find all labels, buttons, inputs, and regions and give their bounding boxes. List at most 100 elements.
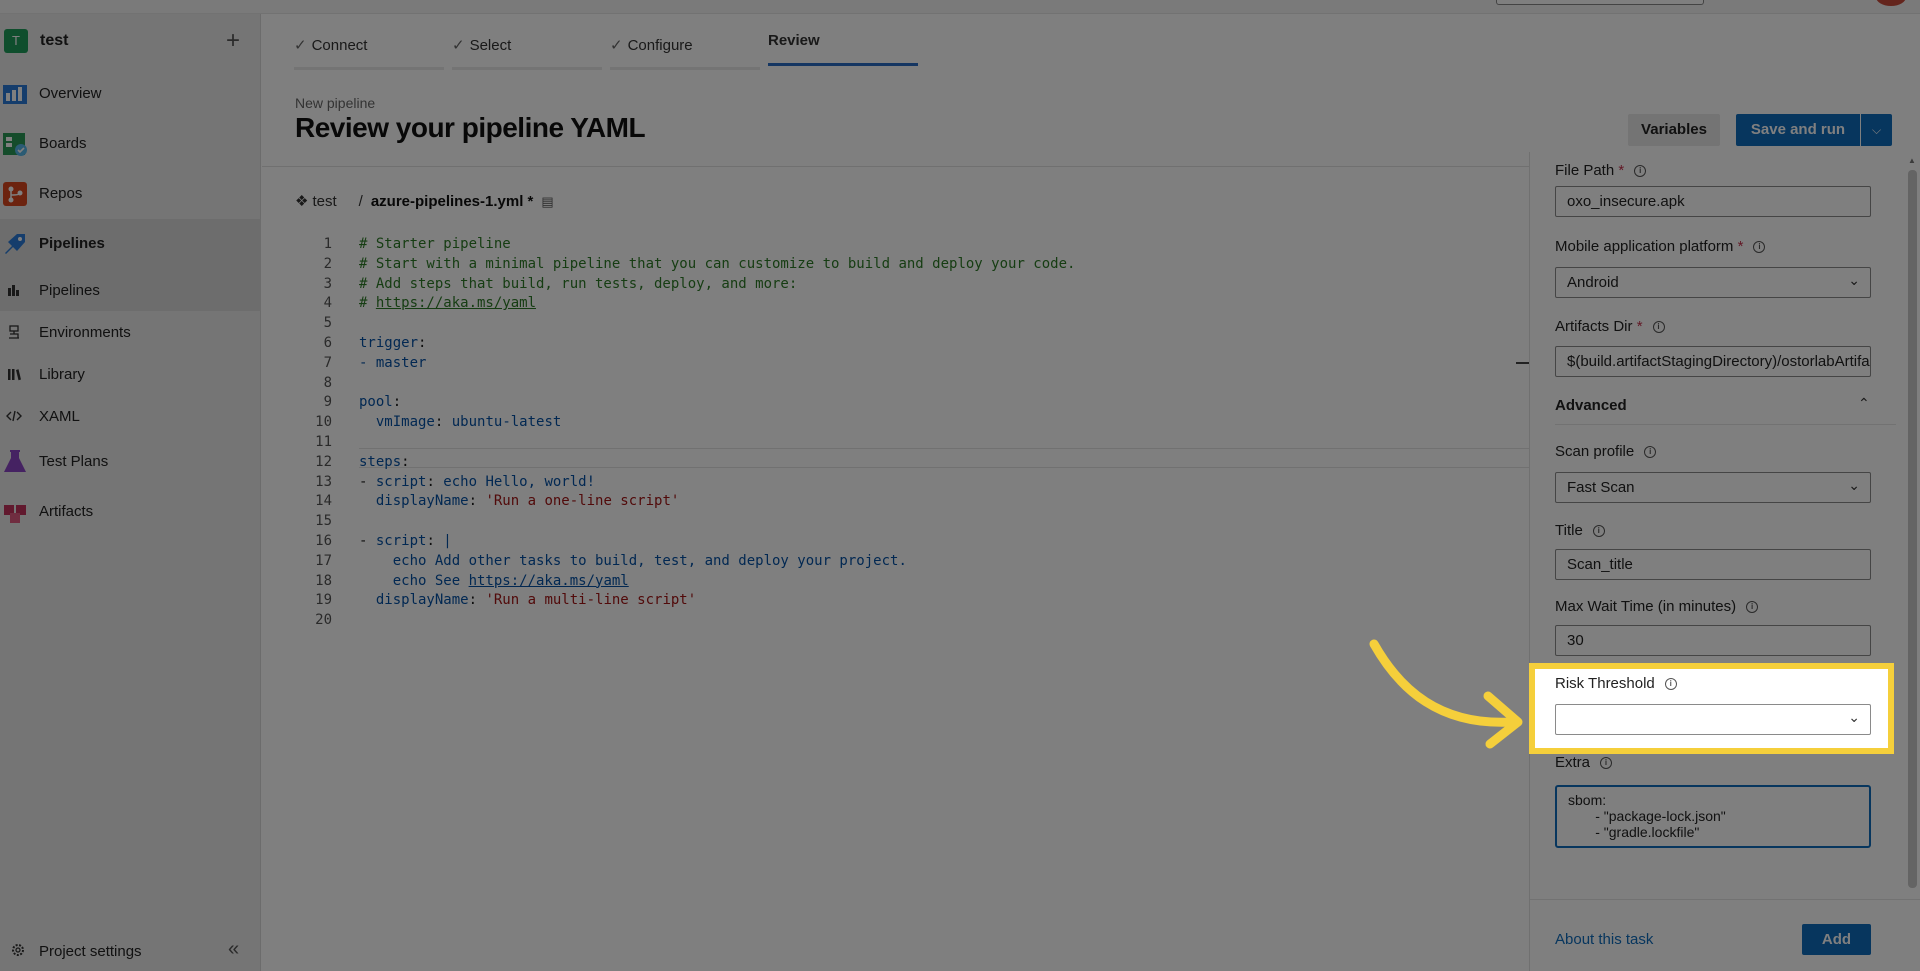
line-text: # Add steps that build, run tests, deplo… bbox=[359, 275, 798, 292]
artifacts-label: Artifacts Dir * i bbox=[1555, 318, 1665, 335]
info-icon[interactable]: i bbox=[1634, 165, 1647, 178]
sidebar-item-pipelines[interactable]: Pipelines bbox=[0, 219, 261, 269]
line-text: displayName: 'Run a multi-line script' bbox=[375, 592, 697, 609]
info-icon[interactable]: i bbox=[1753, 241, 1766, 254]
line-number: 16 bbox=[315, 532, 332, 549]
sidebar-item-artifacts[interactable]: Artifacts bbox=[0, 487, 261, 537]
sidebar-item-boards[interactable]: Boards bbox=[0, 119, 261, 169]
file-path-input[interactable]: oxo_insecure.apk bbox=[1555, 186, 1871, 217]
add-icon[interactable]: + bbox=[226, 26, 240, 56]
boards-icon bbox=[3, 133, 27, 156]
line-text: steps: bbox=[359, 453, 410, 470]
advanced-section-header[interactable]: Advanced bbox=[1555, 397, 1627, 414]
sidebar-item-label: Overview bbox=[39, 85, 102, 102]
line-number: 6 bbox=[323, 334, 332, 351]
project-settings[interactable]: Project settings « bbox=[0, 932, 261, 971]
overview-icon bbox=[3, 85, 27, 104]
sidebar-item-repos[interactable]: Repos bbox=[0, 169, 261, 219]
repo-icon: ❖ bbox=[295, 193, 309, 210]
line-text: - script: | bbox=[359, 532, 452, 549]
avatar[interactable] bbox=[1876, 0, 1906, 6]
line-number: 2 bbox=[323, 255, 332, 272]
rocket-icon bbox=[8, 285, 19, 296]
sidebar-item-label: Boards bbox=[39, 135, 87, 152]
artifacts-input[interactable]: $(build.artifactStagingDirectory)/ostorl… bbox=[1555, 346, 1871, 377]
info-icon[interactable]: i bbox=[1746, 601, 1759, 614]
sidebar-item-label: XAML bbox=[39, 408, 80, 425]
rename-icon[interactable]: ▤ bbox=[541, 194, 553, 209]
pipelines-icon bbox=[5, 234, 25, 254]
risk-threshold-label: Risk Threshold i bbox=[1555, 675, 1677, 692]
file-breadcrumb: ❖ test / azure-pipelines-1.yml * ▤ bbox=[295, 193, 554, 210]
extra-textarea[interactable]: sbom: - "package-lock.json" - "gradle.lo… bbox=[1555, 785, 1871, 848]
info-icon[interactable]: i bbox=[1652, 321, 1665, 334]
save-and-run-button[interactable]: Save and run bbox=[1736, 114, 1860, 146]
extra-label: Extra i bbox=[1555, 754, 1613, 771]
line-number: 4 bbox=[323, 295, 332, 312]
sidebar-item-overview[interactable]: Overview bbox=[0, 69, 261, 119]
panel-scrollbar[interactable] bbox=[1908, 170, 1917, 888]
line-text: vmImage: ubuntu-latest bbox=[375, 414, 562, 431]
line-number: 7 bbox=[323, 354, 332, 371]
info-icon[interactable]: i bbox=[1664, 678, 1677, 691]
line-number: 10 bbox=[315, 414, 332, 431]
info-icon[interactable]: i bbox=[1644, 446, 1657, 459]
max-wait-label: Max Wait Time (in minutes) i bbox=[1555, 598, 1759, 615]
line-text: # Start with a minimal pipeline that you… bbox=[359, 255, 1076, 272]
test-plans-icon bbox=[4, 450, 26, 472]
platform-select[interactable]: Android ⌄ bbox=[1555, 267, 1871, 298]
check-icon: ✓ bbox=[294, 37, 307, 54]
scan-profile-select[interactable]: Fast Scan ⌄ bbox=[1555, 472, 1871, 503]
line-number: 3 bbox=[323, 275, 332, 292]
search-box[interactable] bbox=[1496, 0, 1704, 5]
page-title: Review your pipeline YAML bbox=[295, 112, 646, 143]
title-label: Title i bbox=[1555, 522, 1605, 539]
repo-name[interactable]: test bbox=[312, 193, 336, 210]
max-wait-input[interactable]: 30 bbox=[1555, 625, 1871, 656]
line-number: 15 bbox=[315, 513, 332, 530]
line-text: trigger: bbox=[359, 334, 427, 351]
sidebar-sub-xaml[interactable]: XAML bbox=[0, 395, 261, 437]
title-input[interactable]: Scan_title bbox=[1555, 549, 1871, 580]
line-number: 9 bbox=[323, 394, 332, 411]
chevron-down-icon: ⌄ bbox=[1848, 709, 1860, 725]
sidebar-item-label: Pipelines bbox=[39, 235, 105, 252]
line-text: echo Add other tasks to build, test, and… bbox=[359, 552, 907, 569]
sidebar-item-label: Repos bbox=[39, 185, 83, 202]
sidebar-sub-library[interactable]: Library bbox=[0, 353, 261, 395]
step-label: Select bbox=[469, 37, 512, 54]
sidebar-item-label: Artifacts bbox=[39, 503, 94, 520]
line-number: 19 bbox=[315, 592, 332, 609]
add-button[interactable]: Add bbox=[1802, 924, 1871, 955]
chevron-down-icon: ⌄ bbox=[1848, 477, 1860, 493]
page-subtitle: New pipeline bbox=[295, 95, 376, 111]
scroll-up-icon[interactable]: ▲ bbox=[1908, 156, 1916, 165]
about-task-link[interactable]: About this task bbox=[1555, 931, 1653, 948]
collapse-sidebar-icon[interactable]: « bbox=[228, 938, 239, 961]
artifacts-icon bbox=[4, 505, 26, 523]
top-bar bbox=[0, 0, 1920, 14]
project-header[interactable]: T test + bbox=[0, 26, 261, 56]
line-number: 1 bbox=[323, 236, 332, 252]
chevron-down-icon[interactable]: ⌵ bbox=[1861, 114, 1892, 146]
advanced-divider bbox=[1555, 424, 1896, 425]
step-label: Review bbox=[768, 32, 820, 49]
editor-scroll-marker bbox=[1516, 362, 1530, 364]
sidebar-item-label: Test Plans bbox=[39, 453, 109, 470]
sidebar-sub-pipelines[interactable]: Pipelines bbox=[0, 269, 261, 311]
info-icon[interactable]: i bbox=[1600, 757, 1613, 770]
step-label: Configure bbox=[627, 37, 693, 54]
line-number: 11 bbox=[315, 433, 332, 450]
code-icon bbox=[6, 410, 22, 422]
sidebar-sub-environments[interactable]: Environments bbox=[0, 311, 261, 353]
info-icon[interactable]: i bbox=[1592, 525, 1605, 538]
sidebar-item-test-plans[interactable]: Test Plans bbox=[0, 437, 261, 487]
variables-button[interactable]: Variables bbox=[1628, 114, 1720, 146]
file-path-label: File Path * i bbox=[1555, 162, 1647, 179]
line-text: - master bbox=[359, 354, 427, 371]
line-text: # Starter pipeline bbox=[359, 236, 511, 252]
chevron-up-icon[interactable]: ⌃ bbox=[1858, 395, 1870, 412]
project-name: test bbox=[40, 32, 69, 49]
line-text: # https://aka.ms/yaml bbox=[359, 295, 537, 312]
risk-threshold-select[interactable]: ⌄ bbox=[1555, 704, 1871, 735]
